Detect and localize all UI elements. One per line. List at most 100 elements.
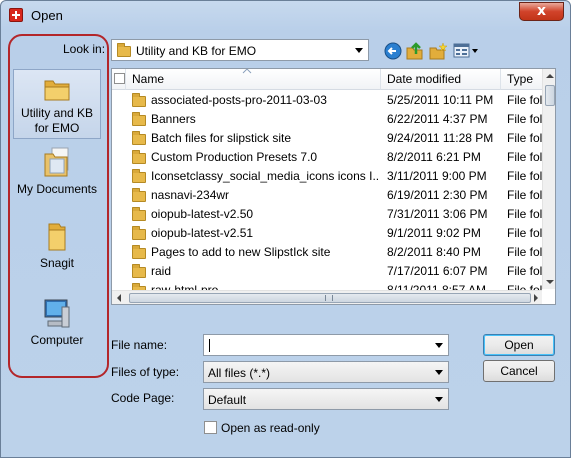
table-row[interactable]: oiopub-latest-v2.51 9/1/2011 9:02 PM File … bbox=[112, 224, 543, 243]
cancel-button[interactable]: Cancel bbox=[483, 360, 555, 382]
date-modified-cell: 3/11/2011 9:00 PM bbox=[387, 169, 487, 183]
column-header-type[interactable]: Type bbox=[501, 69, 543, 90]
column-header-name[interactable]: Name bbox=[126, 69, 381, 90]
date-modified-cell: 5/25/2011 10:11 PM bbox=[387, 93, 494, 107]
column-name-label: Name bbox=[132, 72, 165, 86]
text-cursor bbox=[209, 339, 210, 352]
table-row[interactable]: nasnavi-234wr 6/19/2011 2:30 PM File fol bbox=[112, 186, 543, 205]
place-computer[interactable]: Computer bbox=[13, 297, 101, 347]
place-snagit[interactable]: Snagit bbox=[13, 220, 101, 270]
places-bar: Utility and KB for EMO My Documents Snag… bbox=[11, 34, 105, 369]
code-page-label: Code Page: bbox=[111, 391, 175, 405]
folder-icon bbox=[132, 188, 146, 202]
table-row[interactable]: associated-posts-pro-2011-03-03 5/25/2011… bbox=[112, 91, 543, 110]
horizontal-scrollbar[interactable] bbox=[112, 290, 542, 304]
place-label: My Documents bbox=[16, 182, 98, 196]
code-page-dropdown[interactable]: Default bbox=[203, 388, 449, 410]
folder-icon bbox=[44, 80, 70, 101]
date-modified-cell: 8/2/2011 6:21 PM bbox=[387, 150, 481, 164]
folder-icon bbox=[132, 150, 146, 164]
file-name-cell: nasnavi-234wr bbox=[151, 188, 230, 202]
up-folder-icon[interactable] bbox=[406, 42, 424, 60]
code-page-value: Default bbox=[208, 393, 247, 407]
folder-icon bbox=[132, 93, 146, 107]
open-button[interactable]: Open bbox=[483, 334, 555, 356]
file-name-cell: Batch files for slipstick site bbox=[151, 131, 292, 145]
scroll-right-icon[interactable] bbox=[533, 294, 539, 302]
file-name-cell: oiopub-latest-v2.51 bbox=[151, 226, 254, 240]
close-button[interactable]: x bbox=[519, 2, 564, 21]
table-row[interactable]: oiopub-latest-v2.50 7/31/2011 3:06 PM File… bbox=[112, 205, 543, 224]
files-of-type-value: All files (*.*) bbox=[208, 366, 271, 380]
chevron-down-icon bbox=[435, 397, 443, 402]
file-name-label: File name: bbox=[111, 338, 168, 352]
date-modified-cell: 9/1/2011 9:02 PM bbox=[387, 226, 481, 240]
look-in-value: Utility and KB for EMO bbox=[136, 44, 257, 58]
table-row[interactable]: raid 7/17/2011 6:07 PM File fol bbox=[112, 262, 543, 281]
grip-icon bbox=[325, 295, 333, 301]
vertical-scroll-thumb[interactable] bbox=[545, 85, 555, 106]
scroll-up-icon[interactable] bbox=[546, 73, 554, 79]
column-date-label: Date modified bbox=[387, 72, 462, 86]
folder-icon bbox=[132, 226, 146, 240]
view-menu-icon[interactable] bbox=[453, 42, 479, 60]
select-all-header[interactable] bbox=[112, 69, 126, 90]
type-cell: File fol bbox=[507, 264, 543, 278]
type-cell: File fol bbox=[507, 169, 543, 183]
column-header-date[interactable]: Date modified bbox=[381, 69, 501, 90]
title-bar[interactable]: Open x bbox=[1, 1, 570, 31]
computer-icon bbox=[44, 299, 70, 328]
type-cell: File fol bbox=[507, 150, 543, 164]
chevron-down-icon bbox=[435, 370, 443, 375]
new-folder-icon[interactable] bbox=[429, 42, 447, 60]
chevron-down-icon[interactable] bbox=[435, 343, 443, 348]
open-dialog: Open x Utility and KB for EMO My Documen… bbox=[0, 0, 571, 458]
file-name-cell: Iconsetclassy_social_media_icons icons I… bbox=[151, 169, 379, 183]
folder-icon bbox=[132, 207, 146, 221]
read-only-label[interactable]: Open as read-only bbox=[221, 421, 320, 435]
read-only-checkbox[interactable] bbox=[204, 421, 217, 434]
file-name-cell: raid bbox=[151, 264, 172, 278]
type-cell: File fol bbox=[507, 245, 543, 259]
horizontal-scroll-thumb[interactable] bbox=[129, 293, 531, 303]
chevron-down-icon bbox=[355, 48, 363, 53]
sort-ascending-icon bbox=[242, 69, 252, 74]
select-all-checkbox[interactable] bbox=[114, 73, 125, 84]
folder-icon bbox=[117, 43, 131, 57]
look-in-label: Look in: bbox=[63, 42, 106, 56]
scroll-down-icon[interactable] bbox=[546, 279, 554, 285]
folder-icon bbox=[48, 223, 66, 251]
place-my-documents[interactable]: My Documents bbox=[13, 146, 101, 196]
type-cell: File fol bbox=[507, 131, 543, 145]
type-cell: File fol bbox=[507, 93, 543, 107]
table-row[interactable]: Banners 6/22/2011 4:37 PM File fol bbox=[112, 110, 543, 129]
place-label: Computer bbox=[30, 333, 84, 347]
file-name-cell: associated-posts-pro-2011-03-03 bbox=[151, 93, 327, 107]
table-row[interactable]: Custom Production Presets 7.0 8/2/2011 6:… bbox=[112, 148, 543, 167]
file-list[interactable]: Name Date modified Type associated-posts… bbox=[111, 68, 556, 305]
files-of-type-dropdown[interactable]: All files (*.*) bbox=[203, 361, 449, 383]
look-in-dropdown[interactable]: Utility and KB for EMO bbox=[111, 39, 369, 61]
date-modified-cell: 6/19/2011 2:30 PM bbox=[387, 188, 488, 202]
file-name-cell: Custom Production Presets 7.0 bbox=[151, 150, 318, 164]
date-modified-cell: 7/31/2011 3:06 PM bbox=[387, 207, 488, 221]
folder-icon bbox=[132, 264, 146, 278]
file-name-input[interactable] bbox=[203, 334, 449, 356]
app-icon bbox=[9, 8, 23, 22]
table-row[interactable]: Iconsetclassy_social_media_icons icons I… bbox=[112, 167, 543, 186]
date-modified-cell: 7/17/2011 6:07 PM bbox=[387, 264, 488, 278]
scroll-left-icon[interactable] bbox=[116, 294, 122, 302]
table-row[interactable]: Batch files for slipstick site 9/24/2011 … bbox=[112, 129, 543, 148]
back-arrow-icon[interactable] bbox=[384, 42, 402, 60]
vertical-scrollbar[interactable] bbox=[542, 69, 555, 289]
date-modified-cell: 9/24/2011 11:28 PM bbox=[387, 131, 494, 145]
table-row[interactable]: Pages to add to new SlipstIck site 8/2/20… bbox=[112, 243, 543, 262]
file-name-cell: oiopub-latest-v2.50 bbox=[151, 207, 254, 221]
type-cell: File fol bbox=[507, 188, 543, 202]
place-utility-and-kb-for-emo[interactable]: Utility and KB for EMO bbox=[13, 69, 101, 139]
type-cell: File fol bbox=[507, 226, 543, 240]
documents-icon bbox=[44, 147, 69, 177]
place-label: Snagit bbox=[39, 256, 75, 270]
file-name-cell: Pages to add to new SlipstIck site bbox=[151, 245, 331, 259]
window-title: Open bbox=[31, 8, 63, 23]
